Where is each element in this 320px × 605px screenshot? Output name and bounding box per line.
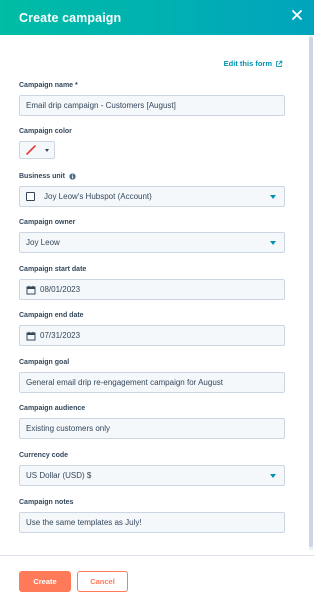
business-unit-select[interactable]: Joy Leow's Hubspot (Account): [19, 186, 285, 207]
end-date-label: Campaign end date: [19, 312, 84, 319]
campaign-color-picker[interactable]: [19, 141, 55, 159]
scrollbar-thumb[interactable]: [309, 37, 313, 547]
panel-header: Create campaign: [0, 0, 314, 35]
form-scrollbar[interactable]: [309, 35, 313, 550]
campaign-name-group: Campaign name * Email drip campaign - Cu…: [19, 82, 285, 116]
campaign-notes-group: Campaign notes Use the same templates as…: [19, 499, 285, 533]
currency-code-group: Currency code US Dollar (USD) $: [19, 452, 285, 486]
info-icon[interactable]: [69, 173, 76, 180]
business-unit-checkbox[interactable]: [26, 192, 35, 201]
cancel-button[interactable]: Cancel: [77, 571, 128, 592]
panel-footer: Create Cancel: [0, 555, 314, 605]
end-date-input[interactable]: 07/31/2023: [19, 325, 285, 346]
campaign-name-input[interactable]: Email drip campaign - Customers [August]: [19, 95, 285, 116]
color-swatch-icon: [26, 145, 36, 155]
chevron-down-icon: [45, 149, 49, 152]
campaign-audience-group: Campaign audience Existing customers onl…: [19, 405, 285, 439]
campaign-goal-label: Campaign goal: [19, 359, 70, 366]
campaign-goal-input[interactable]: General email drip re-engagement campaig…: [19, 372, 285, 393]
panel-title: Create campaign: [19, 10, 122, 25]
campaign-owner-label: Campaign owner: [19, 219, 76, 226]
create-button[interactable]: Create: [19, 571, 71, 592]
chevron-down-icon: [270, 474, 276, 478]
chevron-down-icon: [270, 241, 276, 245]
campaign-color-label: Campaign color: [19, 128, 72, 135]
start-date-input[interactable]: 08/01/2023: [19, 279, 285, 300]
start-date-group: Campaign start date 08/01/2023: [19, 266, 285, 300]
campaign-notes-input[interactable]: Use the same templates as July!: [19, 512, 285, 533]
close-icon[interactable]: [290, 8, 304, 22]
campaign-audience-label: Campaign audience: [19, 405, 86, 412]
chevron-down-icon: [270, 195, 276, 199]
edit-this-form-link[interactable]: Edit this form: [224, 59, 283, 68]
campaign-goal-group: Campaign goal General email drip re-enga…: [19, 359, 285, 393]
calendar-icon: [26, 331, 36, 340]
business-unit-group: Business unit Joy Leow's Hubspot (Accoun…: [19, 173, 285, 207]
external-link-icon: [276, 60, 283, 67]
campaign-audience-input[interactable]: Existing customers only: [19, 418, 285, 439]
campaign-owner-group: Campaign owner Joy Leow: [19, 219, 285, 253]
start-date-label: Campaign start date: [19, 266, 87, 273]
business-unit-label: Business unit: [19, 173, 285, 180]
campaign-notes-label: Campaign notes: [19, 499, 74, 506]
end-date-group: Campaign end date 07/31/2023: [19, 312, 285, 346]
campaign-name-label: Campaign name *: [19, 82, 78, 89]
currency-code-label: Currency code: [19, 452, 69, 459]
campaign-owner-select[interactable]: Joy Leow: [19, 232, 285, 253]
currency-code-select[interactable]: US Dollar (USD) $: [19, 465, 285, 486]
edit-this-form-label: Edit this form: [223, 59, 272, 68]
campaign-color-group: Campaign color: [19, 128, 285, 159]
calendar-icon: [26, 285, 36, 294]
